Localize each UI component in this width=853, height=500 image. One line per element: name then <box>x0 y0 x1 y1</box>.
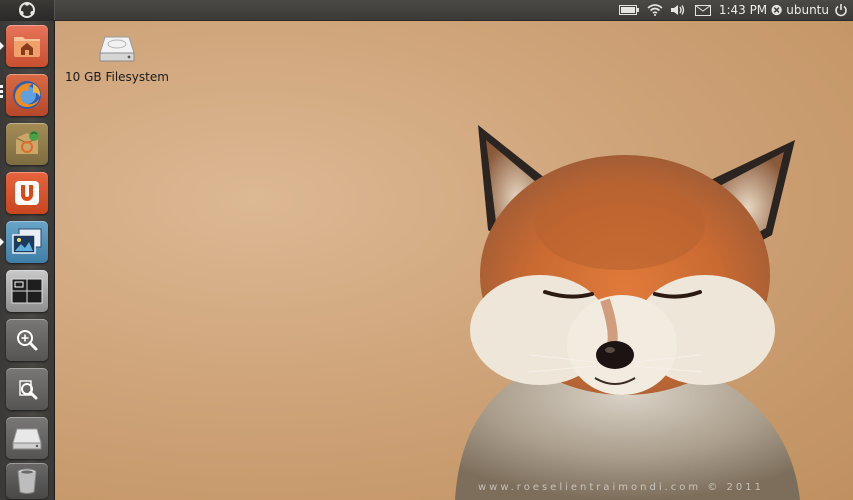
launcher-item-workspace-switcher[interactable] <box>6 270 48 312</box>
desktop-screen: 1:43 PM ubuntu 10 GB Filesystem www.roes… <box>0 0 853 500</box>
launcher-item-dash-files[interactable] <box>6 368 48 410</box>
battery-indicator[interactable] <box>618 0 640 20</box>
launcher-item-shotwell[interactable] <box>6 221 48 263</box>
trash-icon <box>17 468 37 494</box>
launcher-item-home-folder[interactable] <box>6 25 48 67</box>
launcher-item-firefox[interactable] <box>6 74 48 116</box>
running-indicator <box>0 95 3 98</box>
volume-icon <box>671 5 685 15</box>
session-indicator[interactable] <box>831 0 851 20</box>
drive-icon <box>12 428 42 450</box>
user-menu[interactable]: ubuntu <box>771 0 829 20</box>
ubuntu-logo-button[interactable] <box>0 0 55 20</box>
wallpaper-watermark: www.roeselientraimondi.com © 2011 <box>478 482 764 493</box>
software-center-icon <box>15 131 39 154</box>
workspace-switcher-icon <box>11 278 43 304</box>
ubuntu-logo-icon <box>19 2 35 18</box>
photo-viewer-icon <box>12 228 42 254</box>
battery-icon <box>619 5 639 15</box>
wifi-icon <box>647 4 663 16</box>
running-indicator <box>0 238 4 246</box>
file-search-icon <box>19 380 38 400</box>
user-status-icon <box>771 4 782 16</box>
username-label: ubuntu <box>786 3 829 17</box>
running-indicator <box>0 42 4 50</box>
running-indicator <box>0 85 3 88</box>
folder-home-icon <box>14 37 40 57</box>
launcher <box>0 21 55 500</box>
zoom-in-icon <box>17 330 38 351</box>
desktop-icon-label: 10 GB Filesystem <box>65 70 169 84</box>
sound-indicator[interactable] <box>668 0 688 20</box>
power-icon <box>835 4 847 17</box>
drive-icon <box>99 36 135 62</box>
messaging-indicator[interactable] <box>693 0 713 20</box>
desktop-icon-filesystem[interactable]: 10 GB Filesystem <box>64 34 170 84</box>
launcher-item-trash[interactable] <box>6 463 48 499</box>
launcher-item-ubuntu-software-center[interactable] <box>6 123 48 165</box>
launcher-item-dash-applications[interactable] <box>6 319 48 361</box>
clock-indicator[interactable]: 1:43 PM <box>718 0 768 20</box>
launcher-item-filesystem[interactable] <box>6 417 48 459</box>
firefox-icon <box>13 81 41 109</box>
top-panel: 1:43 PM ubuntu <box>0 0 853 21</box>
launcher-item-ubuntu-one[interactable] <box>6 172 48 214</box>
network-indicator[interactable] <box>645 0 665 20</box>
running-indicator <box>0 90 3 93</box>
clock-label: 1:43 PM <box>718 3 768 17</box>
ubuntu-one-icon <box>15 181 39 205</box>
mail-icon <box>695 4 711 16</box>
